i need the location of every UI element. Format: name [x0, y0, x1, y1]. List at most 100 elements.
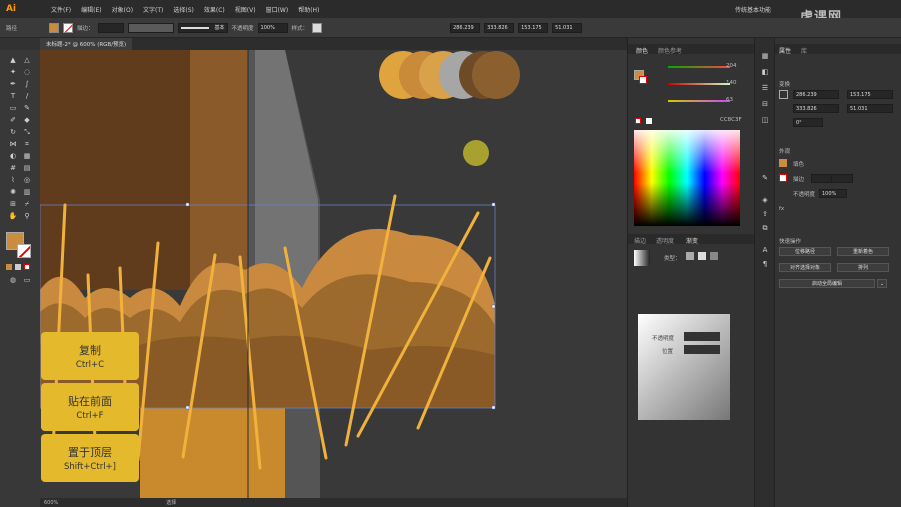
recolor-button[interactable]: 重新着色 [837, 247, 889, 256]
y-field[interactable]: 333.826 [484, 22, 515, 33]
magic-wand-tool-icon[interactable]: ✦ [8, 68, 18, 76]
hand-tool-icon[interactable]: ✋ [8, 212, 18, 220]
scale-tool-icon[interactable]: ⤡ [22, 128, 32, 136]
type-tool-icon[interactable]: T [8, 92, 18, 100]
eyedropper-tool-icon[interactable]: ⌇ [8, 176, 18, 184]
paragraph-icon[interactable]: ¶ [760, 260, 770, 268]
character-icon[interactable]: A [760, 246, 770, 254]
pathfinder-icon[interactable]: ◫ [760, 116, 770, 124]
r-value[interactable]: 204 [726, 63, 737, 69]
brush-definition[interactable]: 基本 [177, 22, 228, 33]
zoom-tool-icon[interactable]: ⚲ [22, 212, 32, 220]
symbol-sprayer-tool-icon[interactable]: ✺ [8, 188, 18, 196]
none-color-chip[interactable] [635, 118, 641, 124]
layers-icon[interactable]: ◧ [760, 68, 770, 76]
blend-tool-icon[interactable]: ◎ [22, 176, 32, 184]
color-panel-stroke[interactable] [639, 76, 647, 84]
gradient-location-field[interactable] [684, 345, 720, 354]
width-tool-icon[interactable]: ⋈ [8, 140, 18, 148]
x-field[interactable]: 286.239 [450, 22, 481, 33]
layers-stack-icon[interactable]: ◈ [760, 196, 770, 204]
color-mode-icon[interactable] [6, 264, 12, 270]
curvature-tool-icon[interactable]: ∫ [22, 80, 32, 88]
rotate-tool-icon[interactable]: ↻ [8, 128, 18, 136]
gradient-mode-icon[interactable] [15, 264, 21, 270]
prop-stroke-weight[interactable] [811, 174, 833, 183]
perspective-grid-tool-icon[interactable]: ▦ [22, 152, 32, 160]
eraser-tool-icon[interactable]: ◆ [22, 116, 32, 124]
workspace-switcher[interactable]: 传统基本功能 [735, 5, 771, 14]
r-slider[interactable] [668, 66, 730, 68]
free-transform-tool-icon[interactable]: ⌗ [22, 140, 32, 148]
rectangle-tool-icon[interactable]: ▭ [8, 104, 18, 112]
zoom-level[interactable]: 600% [44, 500, 58, 506]
menu-select[interactable]: 选择(S) [168, 5, 199, 14]
linear-gradient-icon[interactable] [686, 252, 694, 260]
prop-fill-swatch[interactable] [779, 159, 787, 167]
reference-point-icon[interactable] [779, 90, 788, 99]
menu-type[interactable]: 文字(T) [138, 5, 168, 14]
g-slider[interactable] [668, 83, 730, 85]
tab-libraries[interactable]: 库 [801, 46, 807, 55]
selection-tool-icon[interactable]: ▲ [8, 56, 18, 64]
prop-w-field[interactable]: 153.175 [847, 90, 893, 99]
menu-effect[interactable]: 效果(C) [199, 5, 230, 14]
export-icon[interactable]: ⇪ [760, 210, 770, 218]
artboard-tool-icon[interactable]: ⊞ [8, 200, 18, 208]
gradient-tool-icon[interactable]: ▤ [22, 164, 32, 172]
menu-help[interactable]: 帮助(H) [293, 5, 324, 14]
tab-color[interactable]: 颜色 [636, 46, 648, 55]
artboard-canvas[interactable]: 复制 Ctrl+C 贴在前面 Ctrl+F 置于顶层 Shift+Ctrl+] [40, 50, 627, 498]
graph-tool-icon[interactable]: ▥ [22, 188, 32, 196]
prop-y-field[interactable]: 333.826 [793, 104, 839, 113]
menu-object[interactable]: 对象(O) [107, 5, 138, 14]
prop-angle-field[interactable]: 0° [793, 118, 823, 127]
stroke-none-swatch[interactable] [63, 22, 74, 33]
links-icon[interactable]: ⧉ [760, 224, 770, 232]
gradient-opacity-field[interactable] [684, 332, 720, 341]
prop-fx-label[interactable]: fx [779, 206, 784, 212]
shape-builder-tool-icon[interactable]: ◐ [8, 152, 18, 160]
tab-color-guide[interactable]: 颜色参考 [658, 46, 682, 55]
shaper-tool-icon[interactable]: ✐ [8, 116, 18, 124]
properties-icon[interactable]: ▦ [760, 52, 770, 60]
pen-tool-icon[interactable]: ✒ [8, 80, 18, 88]
global-edit-dropdown[interactable]: ⌄ [877, 279, 887, 288]
prop-x-field[interactable]: 286.239 [793, 90, 839, 99]
radial-gradient-icon[interactable] [698, 252, 706, 260]
b-value[interactable]: 63 [726, 97, 733, 103]
graphic-style-swatch[interactable] [312, 22, 323, 33]
gradient-preview[interactable] [634, 250, 650, 266]
prop-h-field[interactable]: 51.031 [847, 104, 893, 113]
slice-tool-icon[interactable]: ⌿ [22, 200, 32, 208]
menu-edit[interactable]: 编辑(E) [76, 5, 106, 14]
variable-width-profile[interactable] [127, 22, 174, 33]
stroke-weight-field[interactable] [97, 22, 124, 33]
align-icon[interactable]: ⊟ [760, 100, 770, 108]
document-tab[interactable]: 未标题-2* @ 600% (RGB/预览) [40, 38, 133, 50]
prop-opacity-field[interactable]: 100% [819, 189, 847, 198]
white-color-chip[interactable] [646, 118, 652, 124]
paintbrush-tool-icon[interactable]: ✎ [22, 104, 32, 112]
menu-view[interactable]: 视图(V) [230, 5, 261, 14]
offset-path-button[interactable]: 位移路径 [779, 247, 831, 256]
b-slider[interactable] [668, 100, 730, 102]
global-edit-button[interactable]: 启动全局编辑 [779, 279, 875, 288]
mesh-tool-icon[interactable]: # [8, 164, 18, 172]
fill-swatch[interactable] [49, 22, 60, 33]
arrange-button[interactable]: 排列 [837, 263, 889, 272]
g-value[interactable]: 140 [726, 80, 737, 86]
tab-transparency[interactable]: 透明度 [656, 236, 674, 245]
opacity-field[interactable]: 100% [257, 22, 288, 33]
menu-window[interactable]: 窗口(W) [261, 5, 294, 14]
stroke-color-box[interactable] [17, 244, 31, 258]
color-spectrum[interactable] [634, 130, 740, 226]
libraries-icon[interactable]: ☰ [760, 84, 770, 92]
w-field[interactable]: 153.175 [518, 22, 549, 33]
draw-mode-icon[interactable]: ◍ [8, 276, 18, 284]
menu-file[interactable]: 文件(F) [46, 5, 76, 14]
screen-mode-icon[interactable]: ▭ [22, 276, 32, 284]
freeform-gradient-icon[interactable] [710, 252, 718, 260]
tab-gradient[interactable]: 渐变 [686, 236, 698, 245]
h-field[interactable]: 51.031 [552, 22, 583, 33]
